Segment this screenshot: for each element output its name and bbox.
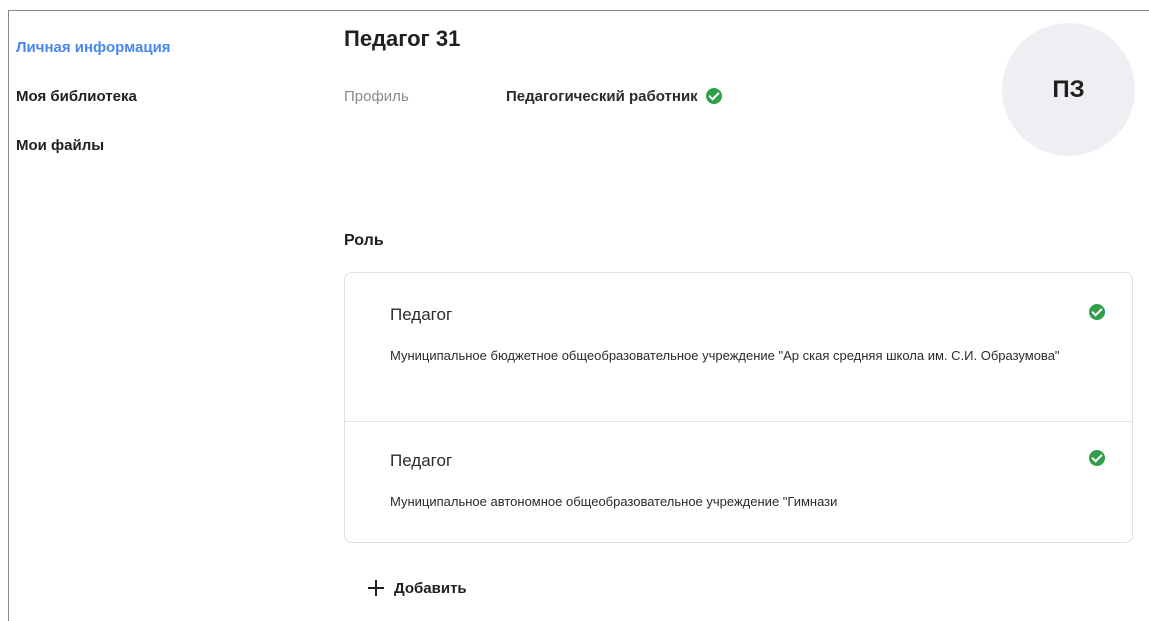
check-circle-icon [705,88,722,104]
role-item: Педагог Муниципальное бюджетное общеобра… [345,273,1132,422]
role-organization: Муниципальное автономное общеобразовател… [390,494,838,509]
profile-value: Педагогический работник [506,87,698,105]
roles-section-title: Роль [344,232,384,249]
avatar: ПЗ [1002,23,1135,156]
role-item: Педагог Муниципальное автономное общеобр… [345,421,1132,542]
check-circle-icon [1089,450,1105,466]
check-circle-icon [1089,304,1105,320]
avatar-initials: ПЗ [1052,75,1085,103]
roles-card: Педагог Муниципальное бюджетное общеобра… [344,272,1133,543]
left-border [8,10,9,621]
plus-icon [368,580,384,596]
add-role-label: Добавить [394,579,467,597]
role-title: Педагог [390,305,453,324]
profile-label: Профиль [344,87,409,105]
sidebar-item-my-files[interactable]: Мои файлы [16,134,171,158]
main-content: Педагог 31 Профиль Педагогический работн… [344,0,1149,621]
role-organization: Муниципальное бюджетное общеобразователь… [390,348,1060,363]
page-title: Педагог 31 [344,26,461,51]
sidebar-item-personal-info[interactable]: Личная информация [16,36,171,60]
role-title: Педагог [390,451,453,470]
sidebar-item-my-library[interactable]: Моя библиотека [16,85,171,109]
add-role-button[interactable]: Добавить [368,574,467,602]
profile-row: Профиль Педагогический работник [344,86,722,106]
sidebar-nav: Личная информация Моя библиотека Мои фай… [16,36,171,183]
